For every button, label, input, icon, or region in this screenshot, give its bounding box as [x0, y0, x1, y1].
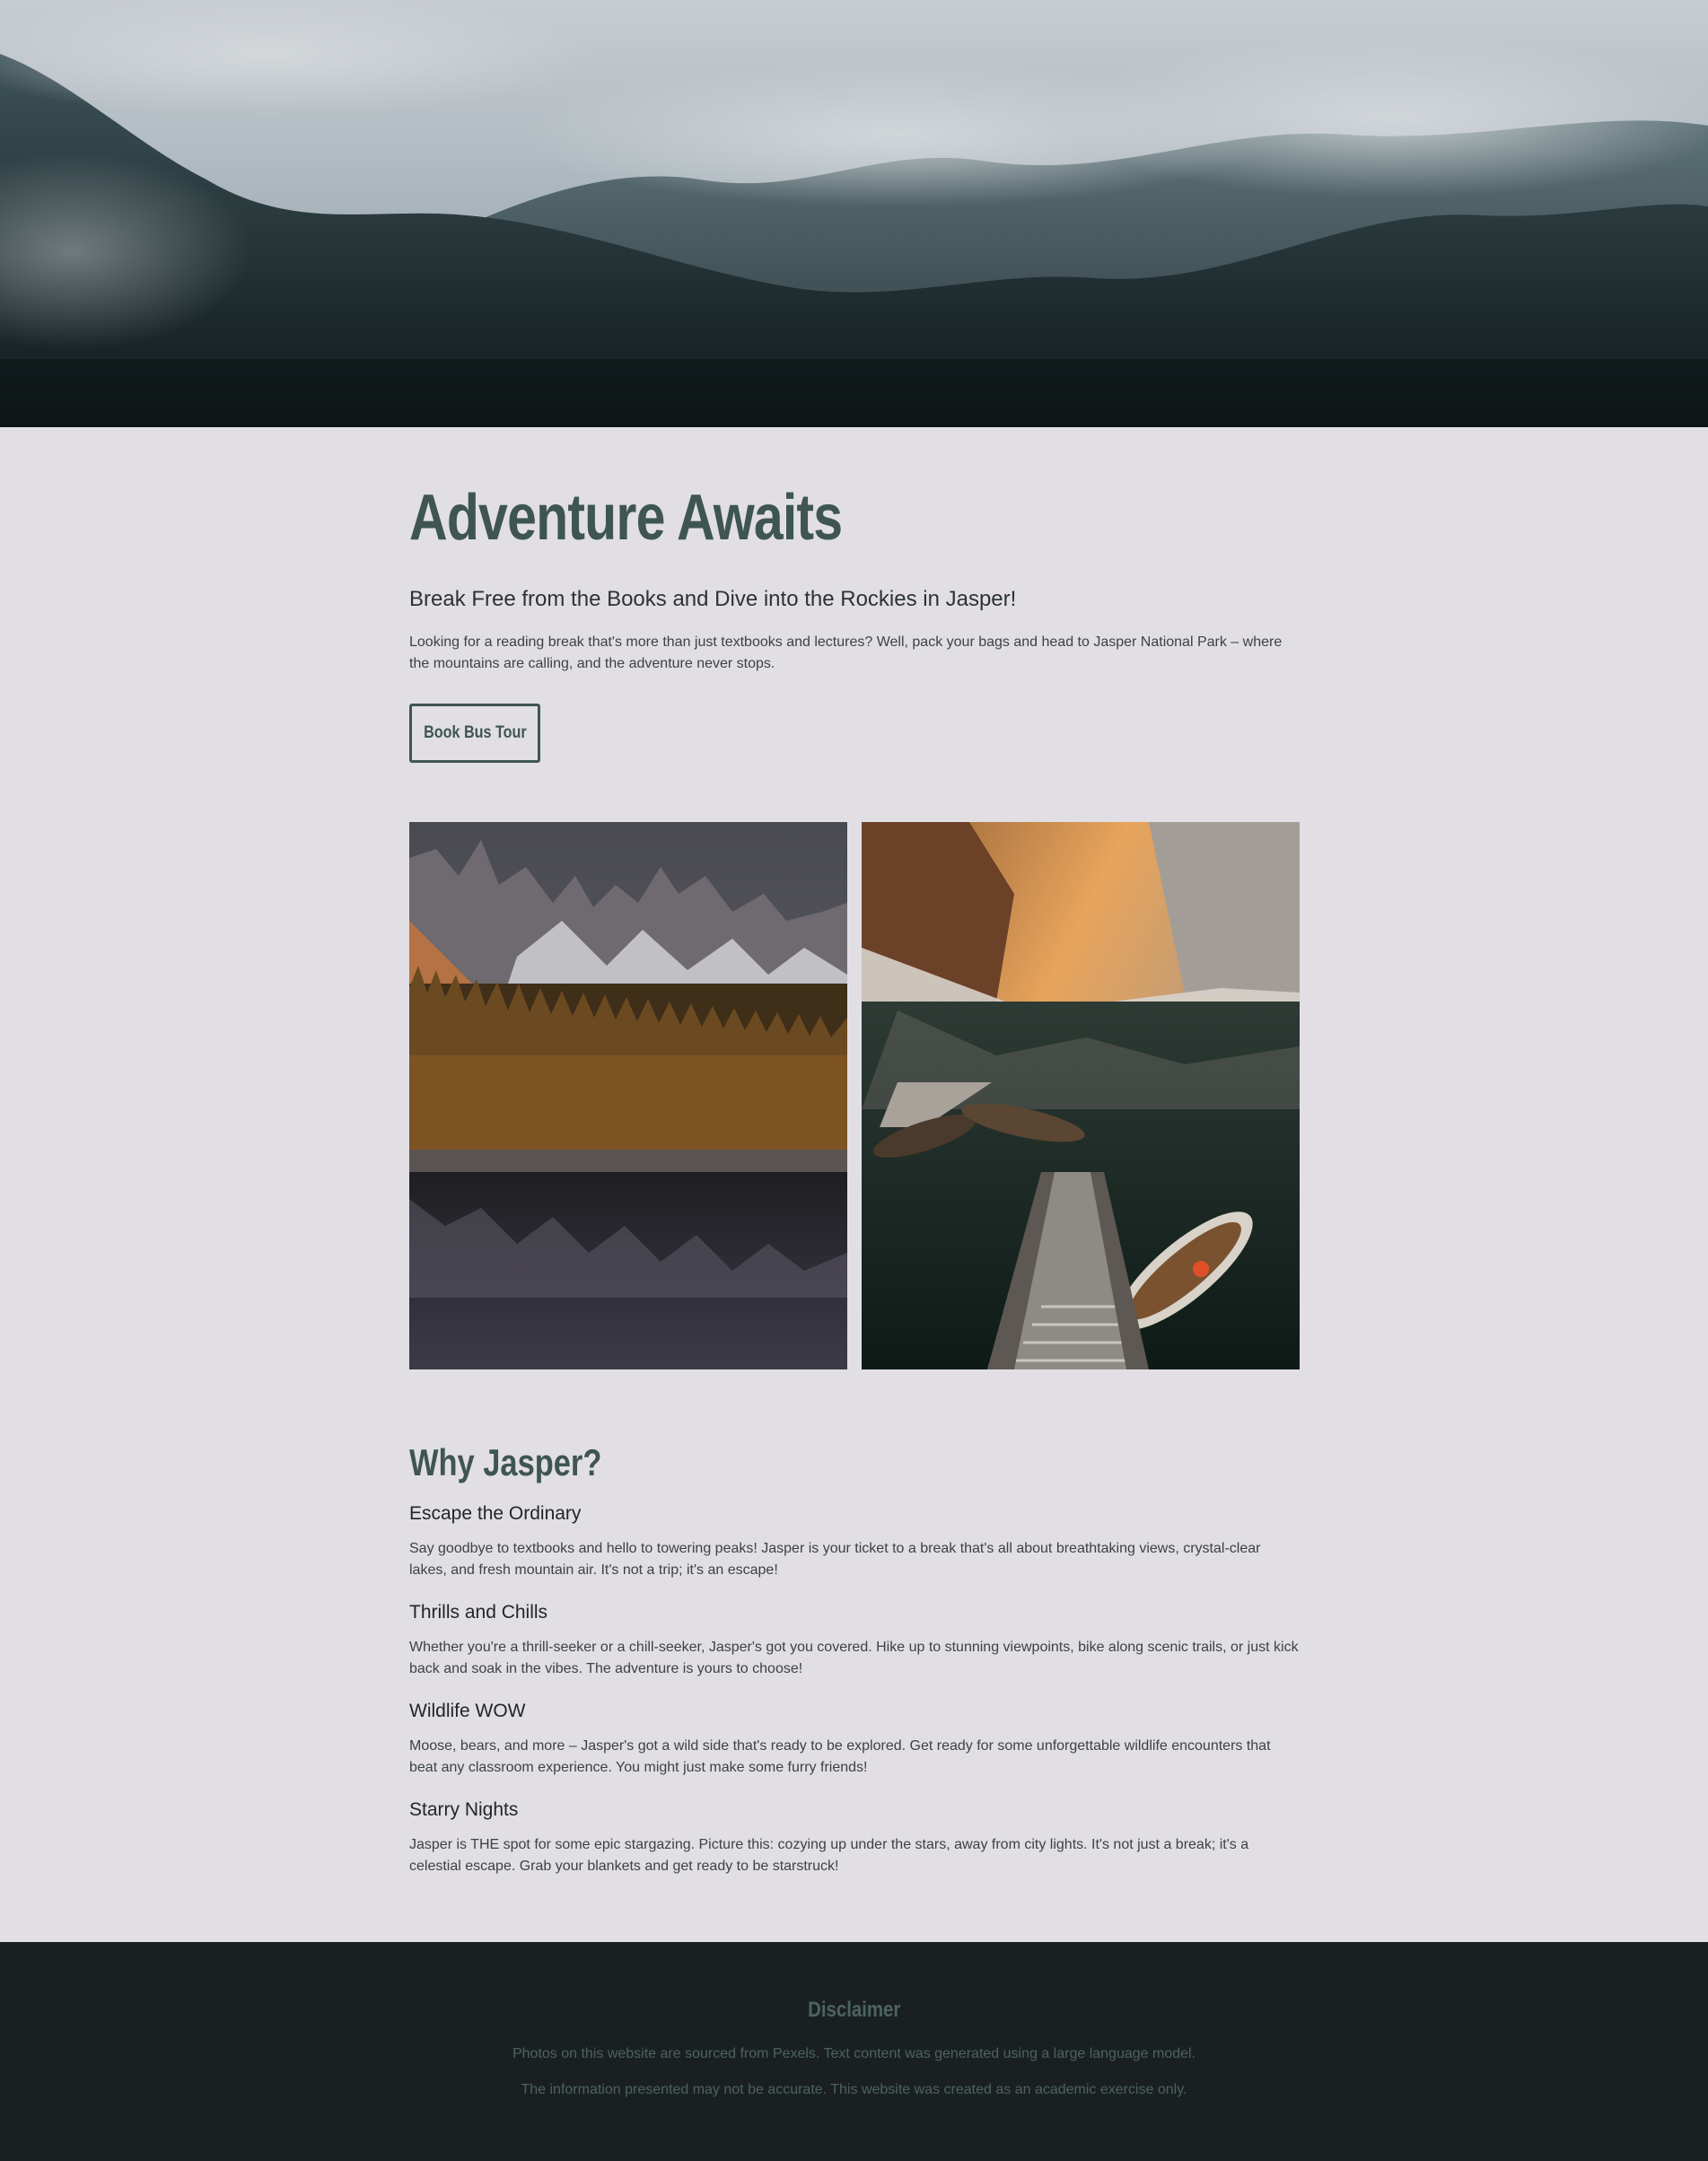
- feature-text: Moose, bears, and more – Jasper's got a …: [409, 1738, 1271, 1775]
- feature-title: Escape the Ordinary: [409, 1503, 582, 1524]
- disclaimer-line-1: Photos on this website are sourced from …: [512, 2046, 1196, 2061]
- footer: Disclaimer Photos on this website are so…: [0, 1942, 1708, 2161]
- feature-starry: Starry Nights Jasper is THE spot for som…: [409, 1797, 1300, 1877]
- photo-gallery: [409, 822, 1300, 1369]
- book-bus-tour-label: Book Bus Tour: [423, 723, 527, 742]
- disclaimer-heading: Disclaimer: [0, 1998, 1708, 2023]
- lake-boats-dock-image: [862, 822, 1300, 1369]
- feature-escape: Escape the Ordinary Say goodbye to textb…: [409, 1500, 1300, 1581]
- misty-forest-mountains-image: [0, 0, 1708, 427]
- mountain-lake-forest-image: [409, 822, 847, 1369]
- feature-text: Whether you're a thrill-seeker or a chil…: [409, 1640, 1299, 1676]
- book-bus-tour-button[interactable]: Book Bus Tour: [409, 704, 540, 763]
- gallery-photo-left: [409, 822, 847, 1369]
- hero-image: [0, 0, 1708, 427]
- page-title: Adventure Awaits: [409, 482, 843, 554]
- page-subtitle: Break Free from the Books and Dive into …: [409, 587, 1017, 611]
- disclaimer-heading-text: Disclaimer: [807, 1998, 901, 2022]
- feature-title: Starry Nights: [409, 1799, 519, 1820]
- feature-text: Jasper is THE spot for some epic stargaz…: [409, 1837, 1249, 1874]
- why-jasper-heading: Why Jasper?: [409, 1441, 602, 1483]
- feature-thrills: Thrills and Chills Whether you're a thri…: [409, 1599, 1300, 1680]
- disclaimer-line-2: The information presented may not be acc…: [521, 2082, 1187, 2097]
- gallery-photo-right: [862, 822, 1300, 1369]
- feature-text: Say goodbye to textbooks and hello to to…: [409, 1541, 1261, 1578]
- intro-paragraph: Looking for a reading break that's more …: [409, 634, 1283, 671]
- feature-wildlife: Wildlife WOW Moose, bears, and more – Ja…: [409, 1698, 1300, 1779]
- feature-title: Wildlife WOW: [409, 1701, 526, 1721]
- feature-title: Thrills and Chills: [409, 1602, 548, 1623]
